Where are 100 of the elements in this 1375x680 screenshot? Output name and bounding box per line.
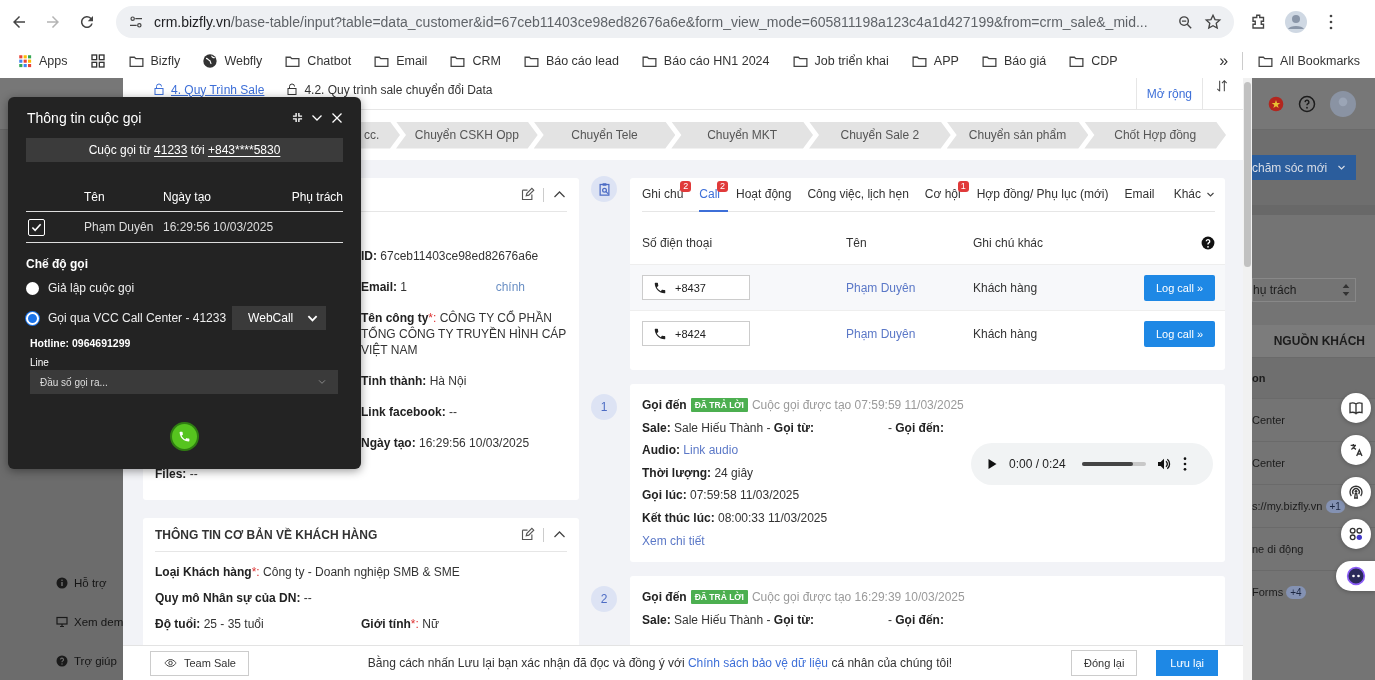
tab[interactable]: Hợp đồng/ Phụ lục (mới) — [976, 178, 1117, 212]
details-link[interactable]: Xem chi tiết — [642, 529, 705, 553]
progress-bar[interactable] — [1081, 462, 1146, 467]
apps-icon — [1348, 526, 1364, 542]
pipeline-step[interactable]: Chuyển sản phẩm — [946, 121, 1089, 149]
book-icon — [1348, 400, 1364, 416]
section-title: Chế độ gọi — [26, 256, 89, 273]
more-tab[interactable]: Khác — [1173, 178, 1215, 212]
broadcast-icon — [1348, 484, 1364, 500]
group-label: on — [1252, 372, 1266, 384]
all-bookmarks[interactable]: All Bookmarks — [1257, 52, 1360, 70]
phone-field[interactable]: +8437 — [642, 275, 750, 300]
check-icon — [31, 221, 42, 233]
assistant-button[interactable] — [1336, 561, 1375, 591]
pipeline-step[interactable]: Chuyển MKT — [671, 121, 813, 149]
pipeline-step[interactable]: cc. — [360, 121, 400, 149]
save-button[interactable]: Lưu lại — [1156, 650, 1218, 676]
star-icon[interactable] — [1204, 13, 1222, 31]
call-type-select[interactable]: WebCall — [232, 306, 327, 330]
close-icon[interactable] — [331, 111, 343, 124]
phone-icon — [653, 280, 667, 295]
bookmark[interactable]: Apps — [18, 53, 68, 69]
nav-item[interactable]: Trợ giúp — [0, 641, 123, 680]
log-call-button[interactable]: Log call » — [1143, 320, 1215, 347]
bookmark[interactable]: Báo giá — [980, 52, 1047, 70]
pipeline-step[interactable]: Chuyển Sale 2 — [809, 121, 951, 149]
care-button[interactable]: chăm sóc mới — [1252, 155, 1356, 180]
contact-link[interactable]: Phạm Duyên — [846, 326, 973, 341]
site-settings-icon[interactable] — [128, 14, 144, 30]
field-text: Giới tính*: Nữ — [361, 616, 439, 632]
line-select[interactable]: Đầu số gọi ra... — [30, 370, 338, 394]
bookmark[interactable] — [89, 53, 106, 69]
edit-icon[interactable] — [520, 527, 535, 542]
reload-icon[interactable] — [78, 13, 96, 31]
pipeline-step[interactable]: Chuyển Tele — [533, 121, 676, 149]
clipboard-icon — [596, 181, 612, 197]
bookmark[interactable]: Chatbot — [284, 52, 352, 70]
team-sale-button[interactable]: Team Sale — [150, 650, 249, 676]
compress-icon[interactable] — [292, 112, 303, 123]
contact-link[interactable]: Phạm Duyên — [846, 280, 973, 295]
nav-item[interactable]: Xem dem — [0, 602, 123, 641]
bot-icon — [1345, 566, 1366, 586]
popup-title: Thông tin cuộc gọi — [26, 109, 142, 126]
checkbox[interactable] — [28, 218, 45, 236]
timeline-number: 1 — [591, 394, 617, 420]
count-badge: 2 — [717, 181, 729, 192]
owner-select[interactable]: hụ trách — [1252, 278, 1356, 302]
call-created-text: Cuộc gọi được tạo 16:29:39 10/03/2025 — [751, 589, 965, 607]
close-button[interactable]: Đóng lại — [1070, 650, 1138, 676]
scrollbar[interactable] — [1243, 78, 1252, 680]
audio-link[interactable]: Link audio — [683, 443, 739, 458]
bookmark[interactable]: Báo cáo lead — [522, 52, 619, 70]
bookmark[interactable]: Job triển khai — [791, 52, 889, 70]
tab[interactable]: Công việc, lịch hẹn — [807, 178, 917, 212]
bookmark[interactable]: Báo cáo HN1 2024 — [640, 52, 770, 70]
process-tab[interactable]: 4.2. Quy trình sale chuyển đổi Data — [286, 82, 493, 97]
zoom-icon[interactable] — [1177, 13, 1194, 31]
nav-item[interactable]: Hỗ trợ — [0, 563, 123, 602]
phone-field[interactable]: +8424 — [642, 321, 750, 346]
bookmark[interactable]: Bizfly — [127, 52, 181, 70]
bookmark[interactable]: CRM — [449, 52, 501, 70]
audio-player[interactable]: 0:00 / 0:24 — [971, 443, 1213, 486]
flag-icon[interactable] — [1268, 95, 1284, 112]
more-bookmarks-button[interactable]: » — [1219, 52, 1229, 70]
phone-icon — [653, 326, 667, 341]
field-text: Loại Khách hàng*: Công ty - Doanh nghiệp SMB & SME — [155, 564, 460, 580]
process-tab[interactable]: 4. Quy Trình Sale — [153, 82, 265, 97]
lock-icon — [286, 83, 299, 96]
expand-button[interactable]: Mở rộng — [1135, 78, 1203, 109]
table-cell: s://my.bizfly.vn — [1252, 500, 1323, 512]
phone-icon — [178, 430, 191, 443]
info-icon — [56, 576, 68, 589]
avatar-icon[interactable] — [1284, 10, 1308, 34]
translate-icon — [1348, 442, 1364, 458]
radio-button[interactable] — [26, 311, 39, 325]
edit-icon[interactable] — [520, 187, 535, 202]
tab[interactable]: Hoạt động — [736, 178, 800, 212]
bookmark[interactable]: APP — [910, 52, 959, 70]
field-text: Ngày tạo: 16:29:56 10/03/2025 — [361, 435, 530, 451]
log-call-button[interactable]: Log call » — [1143, 274, 1215, 301]
column-header: Phụ trách — [291, 189, 343, 204]
tab[interactable]: Email — [1124, 178, 1163, 212]
count-badge: +4 — [1286, 585, 1306, 599]
privacy-link[interactable]: Chính sách bảo vệ dữ liệu — [687, 656, 829, 670]
address-bar[interactable]: crm.bizfly.vn/base-table/input?table=data_customer&id=67ceb11403ce98ed82676a6e&form_view_mode=605811198a123c4a1d427199&from=crm_sale&_mid... — [116, 6, 1234, 38]
bookmark[interactable]: Email — [373, 52, 428, 70]
call-button[interactable] — [170, 422, 199, 451]
pipeline-step[interactable]: Chuyển CSKH Opp — [396, 121, 538, 149]
more-icon[interactable] — [1181, 456, 1188, 473]
bookmark[interactable]: CDP — [1068, 52, 1118, 70]
pipeline-step[interactable]: Chốt Hợp đồng — [1084, 121, 1227, 149]
table-cell-text: Khách hàng — [973, 326, 1039, 341]
call-direction: Gọi đến — [642, 397, 687, 414]
field-text: ID: 67ceb11403ce98ed82676a6e — [361, 248, 539, 264]
sort-icon[interactable] — [1215, 78, 1229, 94]
help-icon[interactable] — [1201, 236, 1215, 250]
spinner-icon — [1341, 282, 1351, 298]
primary-tag: chính — [495, 279, 525, 295]
bookmark[interactable]: Webfly — [202, 53, 263, 69]
radio-button[interactable] — [26, 281, 39, 295]
